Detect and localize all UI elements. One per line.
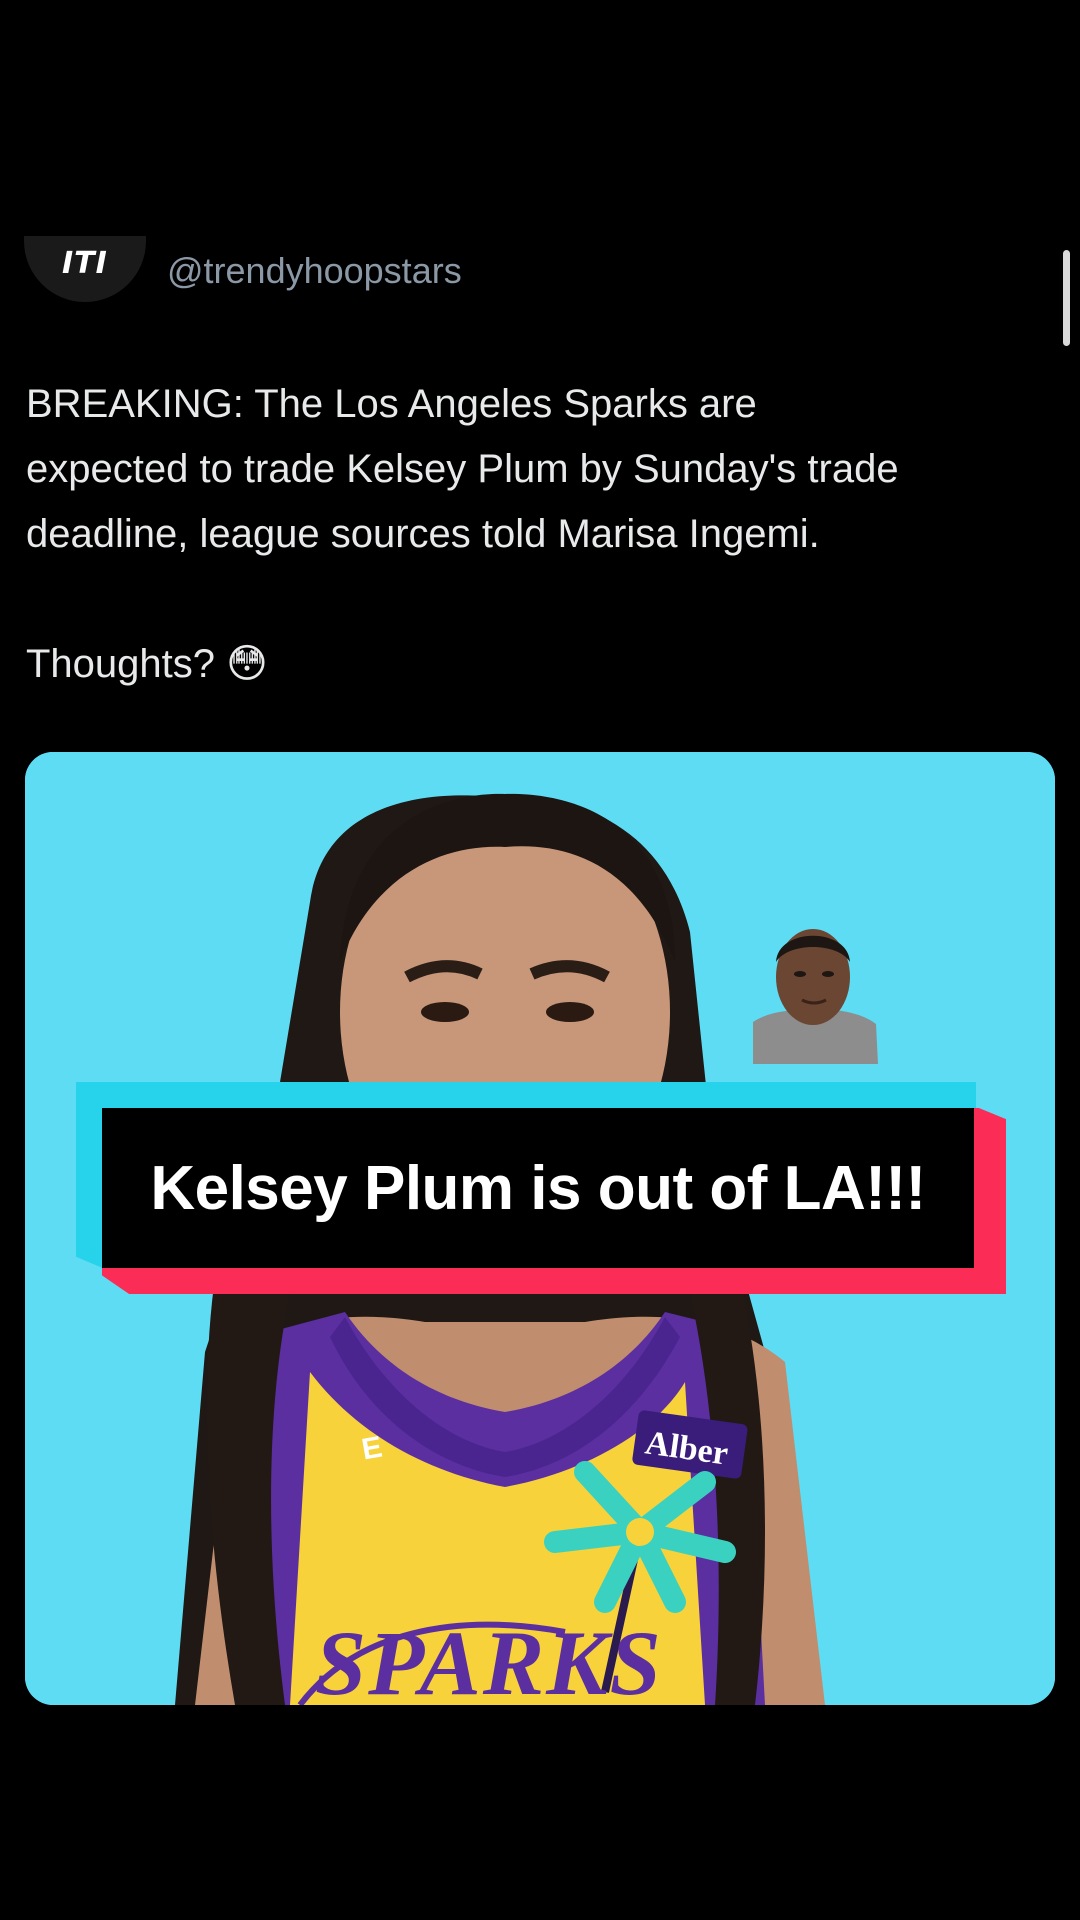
screen: ITI @trendyhoopstars BREAKING: The Los A… (0, 0, 1080, 1920)
avatar-logo-text: ITI (62, 246, 108, 281)
caption-overlay: Kelsey Plum is out of LA!!! (76, 1082, 1006, 1294)
scrollbar-thumb[interactable] (1063, 250, 1070, 346)
account-handle[interactable]: @trendyhoopstars (167, 250, 462, 292)
post-body-text: BREAKING: The Los Angeles Sparks are exp… (26, 382, 899, 686)
creator-pip-video[interactable] (748, 922, 878, 1064)
avatar[interactable]: ITI (24, 236, 146, 302)
jersey-team-text: SPARKS (315, 1612, 663, 1705)
post-header: ITI @trendyhoopstars (24, 236, 1024, 306)
caption-text: Kelsey Plum is out of LA!!! (150, 1153, 926, 1223)
creator-face (748, 922, 878, 1064)
